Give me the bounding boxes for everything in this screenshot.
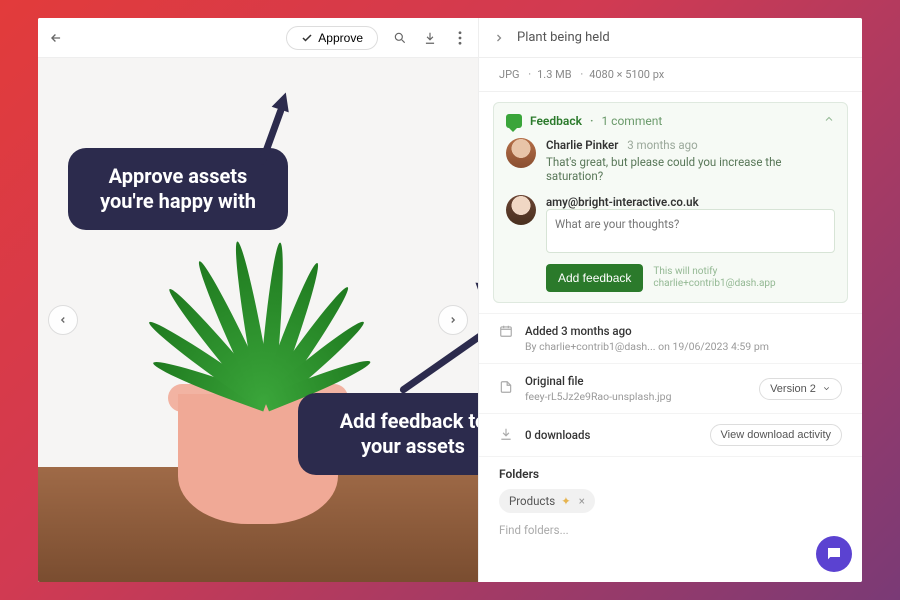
original-file-section: Original file feey-rL5Jz2e9Rao-unsplash.… [479,363,862,413]
approve-label: Approve [318,31,363,45]
download-icon[interactable] [422,30,438,46]
reply-user: amy@bright-interactive.co.uk [546,195,699,209]
next-asset-button[interactable] [438,305,468,335]
file-meta: JPG 1.3 MB 4080 × 5100 px [479,58,862,92]
version-selector[interactable]: Version 2 [759,378,842,400]
file-size: 1.3 MB [522,68,571,81]
view-download-activity-button[interactable]: View download activity [710,424,842,446]
folder-chip[interactable]: Products ✦ × [499,489,595,513]
file-format: JPG [499,68,520,81]
download-count-icon [499,427,515,444]
downloads-section: 0 downloads View download activity [479,413,862,456]
annotation-feedback: Add feedback to your assets [298,393,478,475]
comment-time: 3 months ago [627,138,697,152]
details-panel: Plant being held JPG 1.3 MB 4080 × 5100 … [478,18,862,582]
more-icon[interactable] [452,30,468,46]
feedback-icon [506,114,522,128]
back-icon[interactable] [48,30,64,46]
avatar [506,195,536,225]
calendar-icon [499,324,515,341]
find-folders-input[interactable]: Find folders... [499,523,842,537]
annotation-approve: Approve assets you're happy with [68,148,288,230]
downloads-count: 0 downloads [525,428,700,442]
asset-viewer: Approve [38,18,478,582]
added-by: By charlie+contrib1@dash... on 19/06/202… [525,340,769,353]
zoom-icon[interactable] [392,30,408,46]
add-feedback-button[interactable]: Add feedback [546,264,643,292]
feedback-heading: Feedback [530,114,582,128]
folders-heading: Folders [499,467,842,481]
viewer-toolbar: Approve [38,18,478,58]
feedback-reply: amy@bright-interactive.co.uk Add feedbac… [506,195,835,292]
panel-header: Plant being held [479,18,862,58]
feedback-count: 1 comment [601,114,662,128]
original-file-name: feey-rL5Jz2e9Rao-unsplash.jpg [525,390,749,403]
asset-title: Plant being held [517,30,610,45]
comment-text: That's great, but please could you incre… [546,155,835,183]
collapse-panel-icon[interactable] [491,30,507,46]
feedback-input[interactable] [546,209,835,253]
comment-author: Charlie Pinker [546,138,618,152]
added-section: Added 3 months ago By charlie+contrib1@d… [479,313,862,363]
image-stage: Approve assets you're happy with Add fee… [38,58,478,582]
remove-chip-icon[interactable]: × [579,494,585,508]
added-title: Added 3 months ago [525,324,769,338]
original-file-title: Original file [525,374,749,388]
asset-image [38,58,478,582]
approve-button[interactable]: Approve [286,26,378,50]
folders-section: Folders Products ✦ × Find folders... [479,456,862,547]
file-icon [499,380,515,397]
feedback-comment: Charlie Pinker 3 months ago That's great… [506,138,835,183]
collapse-feedback-icon[interactable] [823,113,835,128]
chat-fab[interactable] [816,536,852,572]
feedback-section: Feedback · 1 comment Charlie Pinker 3 mo… [493,102,848,303]
file-dimensions: 4080 × 5100 px [574,68,664,81]
avatar [506,138,536,168]
notify-text: This will notify charlie+contrib1@dash.a… [653,266,775,290]
prev-asset-button[interactable] [48,305,78,335]
